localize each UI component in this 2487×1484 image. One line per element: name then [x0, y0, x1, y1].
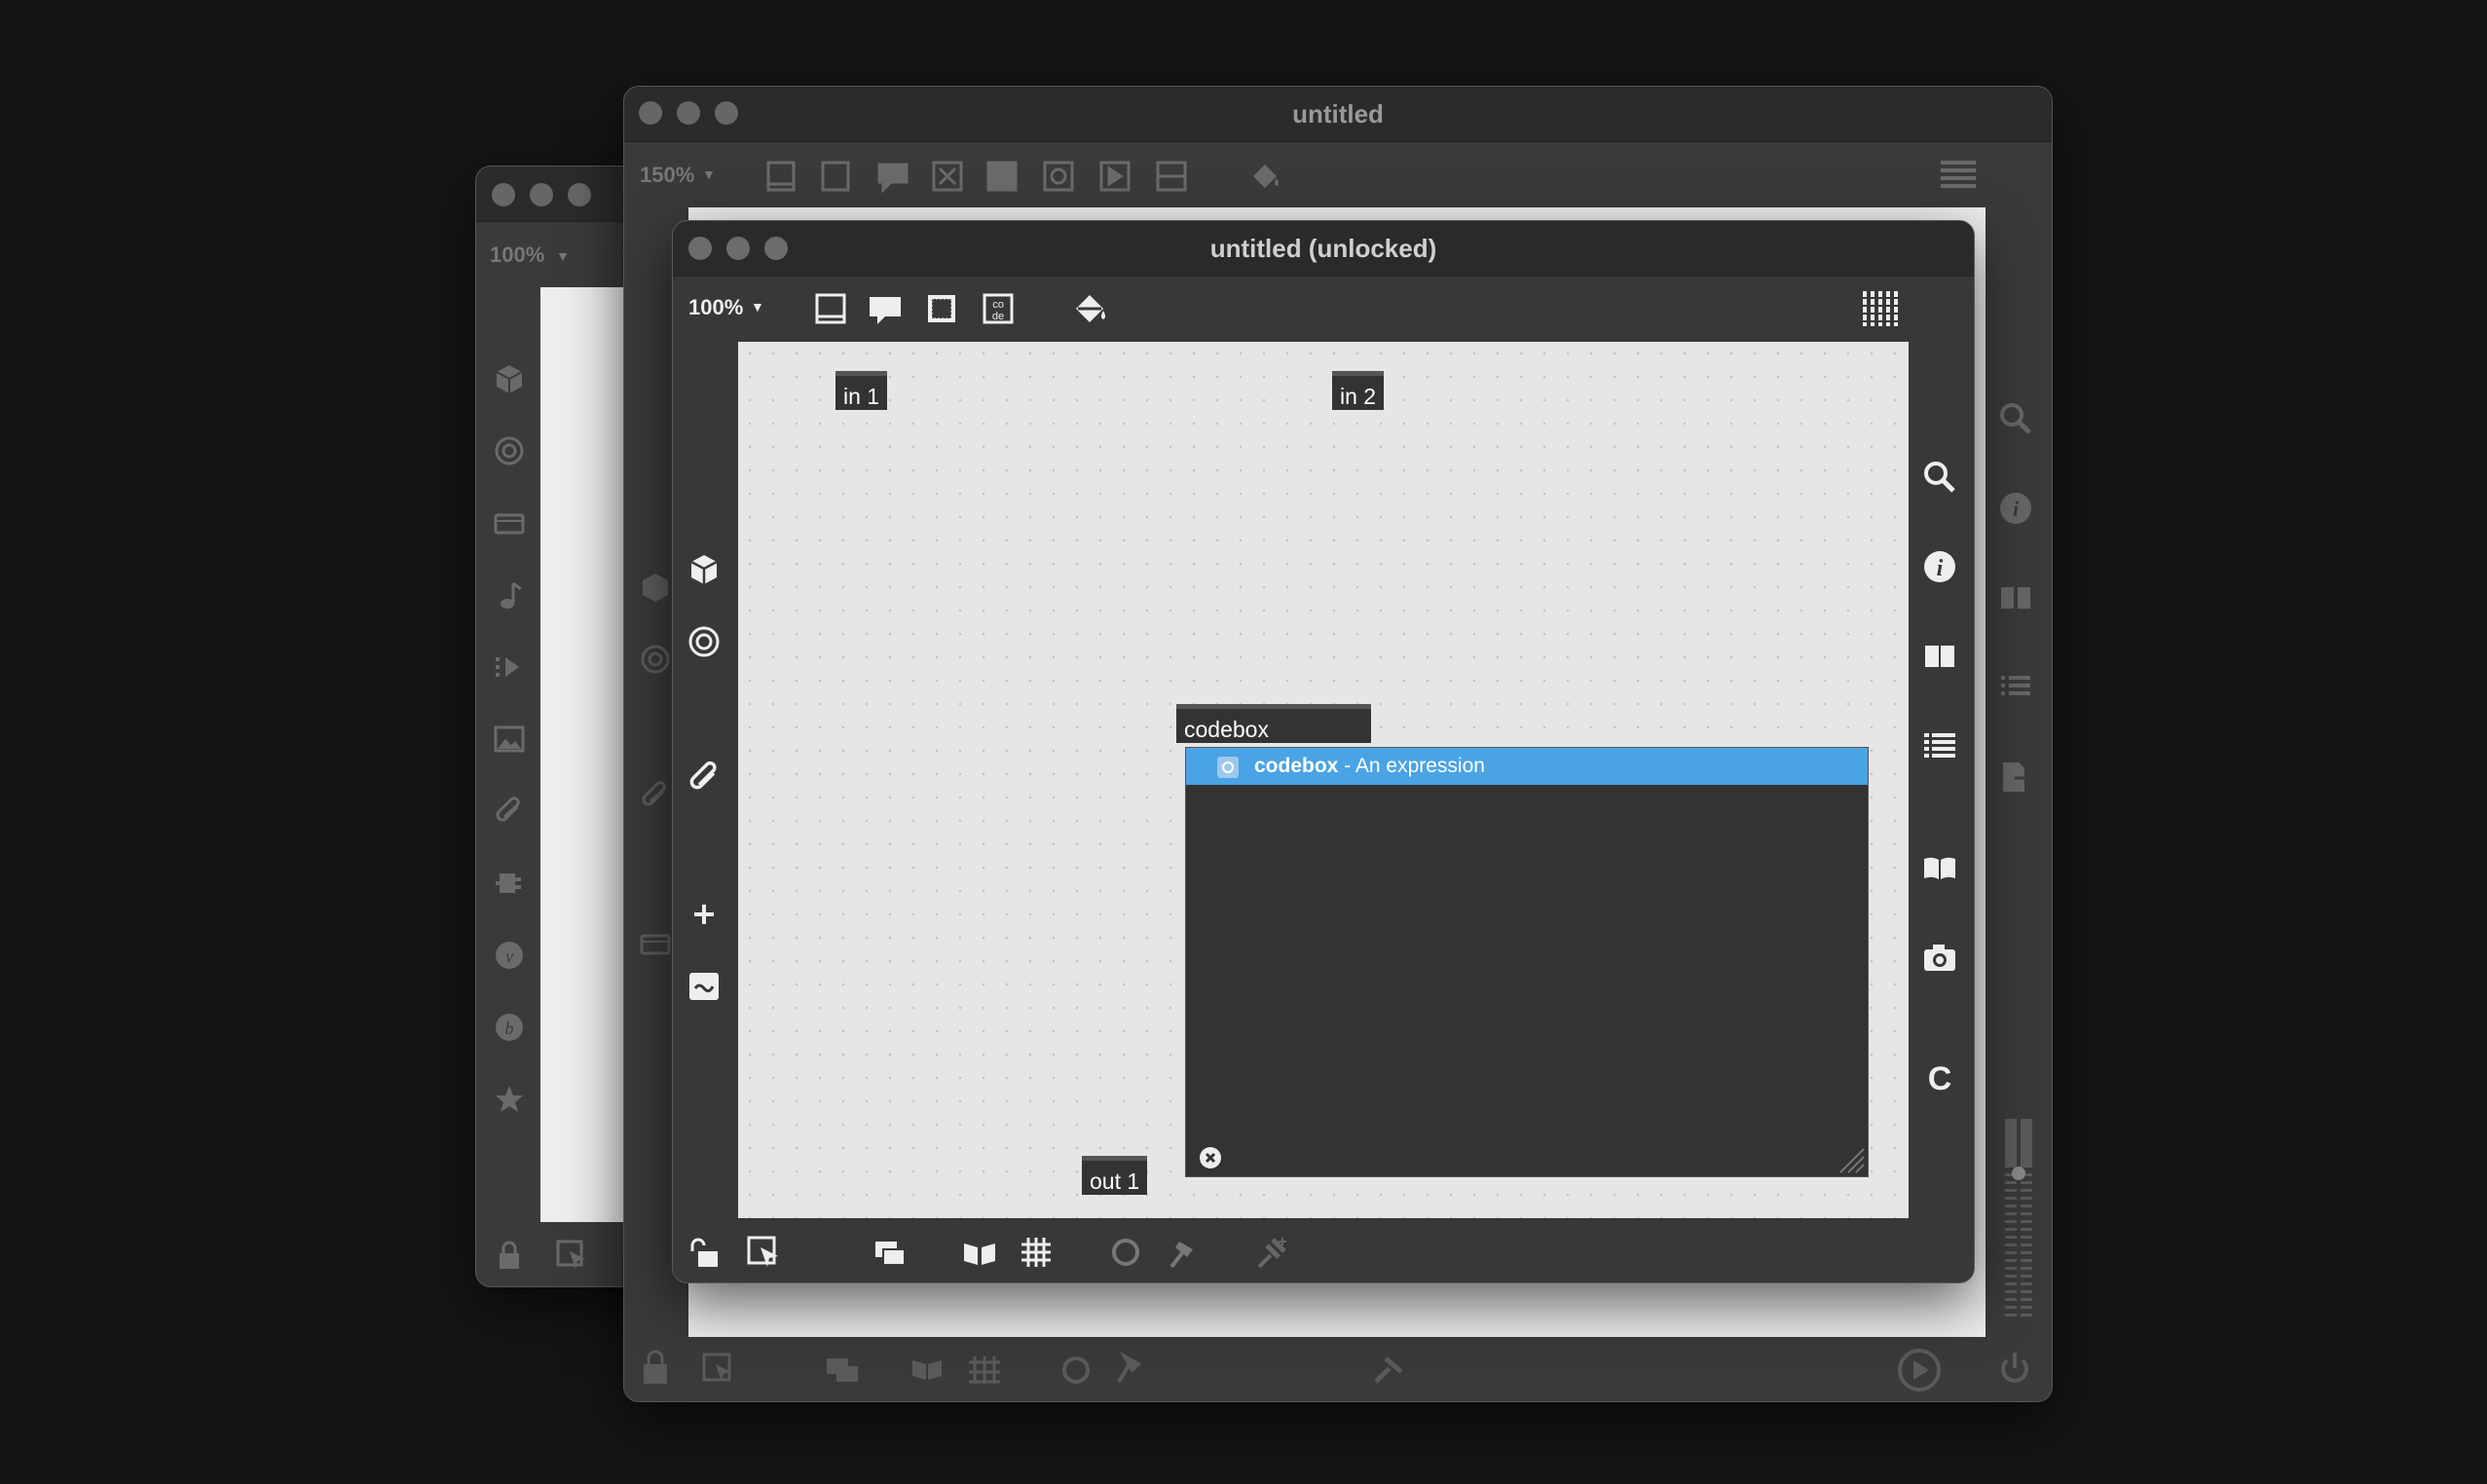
layers-icon[interactable]	[872, 1234, 909, 1271]
plug-icon[interactable]	[492, 866, 527, 901]
close-circle-icon[interactable]	[1198, 1145, 1223, 1170]
message-box-icon[interactable]	[811, 289, 850, 328]
columns-icon[interactable]	[1997, 579, 2034, 616]
columns-icon[interactable]	[1921, 638, 1958, 675]
grid-dots-icon[interactable]	[1937, 155, 1980, 194]
b-circle-icon[interactable]: b	[492, 1010, 527, 1045]
list-icon[interactable]	[1997, 669, 2034, 706]
package-icon[interactable]	[687, 552, 722, 587]
object-icon	[1217, 757, 1239, 778]
svg-text:b: b	[505, 1019, 514, 1038]
resize-grip-icon[interactable]	[1835, 1143, 1866, 1174]
target-icon[interactable]	[638, 642, 673, 677]
bpatcher-icon[interactable]	[492, 505, 527, 540]
panel-icon[interactable]	[922, 289, 961, 328]
target-icon[interactable]	[492, 433, 527, 468]
info-icon[interactable]: i	[1997, 490, 2034, 527]
window-title: untitled	[1292, 99, 1384, 129]
pin-icon[interactable]	[1253, 1234, 1290, 1271]
export-icon[interactable]	[1997, 759, 2034, 796]
autocomplete-item-name: codebox	[1254, 755, 1339, 777]
svg-text:co: co	[992, 299, 1004, 311]
tilde-icon[interactable]	[687, 969, 722, 1004]
zoom-level[interactable]: 150%	[640, 163, 694, 188]
zoom-chevron-icon[interactable]: ▼	[556, 248, 570, 264]
paint-bucket-icon[interactable]	[1245, 157, 1284, 196]
book-icon[interactable]	[1921, 850, 1958, 887]
middle-bottom-toolbar	[624, 1343, 2052, 1401]
paperclip-icon[interactable]	[492, 794, 527, 829]
code-icon[interactable]: co de	[979, 289, 1018, 328]
c-icon[interactable]: C	[1921, 1058, 1958, 1095]
music-note-icon[interactable]	[492, 577, 527, 612]
autocomplete-item[interactable]: codebox - An expression	[1186, 748, 1868, 785]
zoom-level[interactable]: 100%	[688, 295, 743, 320]
grid-icon[interactable]	[1018, 1234, 1055, 1271]
zoom-button[interactable]	[568, 183, 591, 206]
select-icon[interactable]	[745, 1234, 782, 1271]
svg-text:i: i	[1937, 556, 1944, 581]
zoom-chevron-icon[interactable]: ▼	[702, 167, 716, 182]
lock-icon[interactable]	[687, 1234, 724, 1271]
package-icon[interactable]	[492, 361, 527, 396]
v-circle-icon[interactable]: v	[492, 938, 527, 973]
zoom-chevron-icon[interactable]: ▼	[751, 299, 764, 315]
plus-icon[interactable]	[687, 897, 722, 932]
window-title: untitled (unlocked)	[1209, 234, 1437, 263]
info-icon[interactable]: i	[1921, 548, 1958, 585]
star-icon[interactable]	[492, 1082, 527, 1117]
level-meter[interactable]	[2001, 1119, 2036, 1325]
hammer-icon[interactable]	[1164, 1234, 1201, 1271]
bpatcher-icon[interactable]	[638, 926, 673, 961]
paperclip-icon[interactable]	[638, 778, 673, 813]
inlet-object-2[interactable]: in 2	[1332, 371, 1385, 410]
play-grid-icon[interactable]	[492, 649, 527, 685]
close-button[interactable]	[492, 183, 515, 206]
codebox-object[interactable]: codebox	[1176, 704, 1371, 743]
paint-bucket-icon[interactable]	[1068, 287, 1111, 330]
svg-text:C: C	[1928, 1060, 1952, 1095]
image-icon[interactable]	[492, 722, 527, 757]
outlet-object-1[interactable]: out 1	[1082, 1156, 1148, 1195]
comment-icon[interactable]	[866, 289, 905, 328]
list-icon[interactable]	[1921, 727, 1958, 764]
inlet-object-1[interactable]: in 1	[835, 371, 888, 410]
search-icon[interactable]	[1921, 459, 1958, 496]
select-icon[interactable]	[554, 1238, 589, 1273]
toolbar-icons	[761, 155, 1286, 204]
svg-text:i: i	[2013, 497, 2020, 521]
lock-icon[interactable]	[492, 1238, 527, 1273]
target-icon[interactable]	[687, 624, 722, 659]
autocomplete-item-description: - An expression	[1338, 755, 1485, 777]
autocomplete-popup[interactable]: codebox - An expression	[1185, 747, 1869, 1177]
camera-icon[interactable]	[1921, 940, 1958, 977]
package-icon[interactable]	[638, 570, 673, 605]
minimize-button[interactable]	[530, 183, 553, 206]
zoom-level[interactable]: 100%	[490, 242, 544, 268]
svg-text:de: de	[992, 311, 1004, 322]
svg-text:v: v	[505, 946, 513, 966]
front-window[interactable]: untitled (unlocked) 100% ▼ co de in 1 in …	[672, 220, 1975, 1283]
paperclip-icon[interactable]	[687, 761, 722, 796]
flip-icon[interactable]	[961, 1234, 998, 1271]
grid-dots-icon[interactable]	[1859, 287, 1902, 330]
refresh-icon[interactable]	[1107, 1234, 1144, 1271]
search-icon[interactable]	[1997, 400, 2034, 437]
